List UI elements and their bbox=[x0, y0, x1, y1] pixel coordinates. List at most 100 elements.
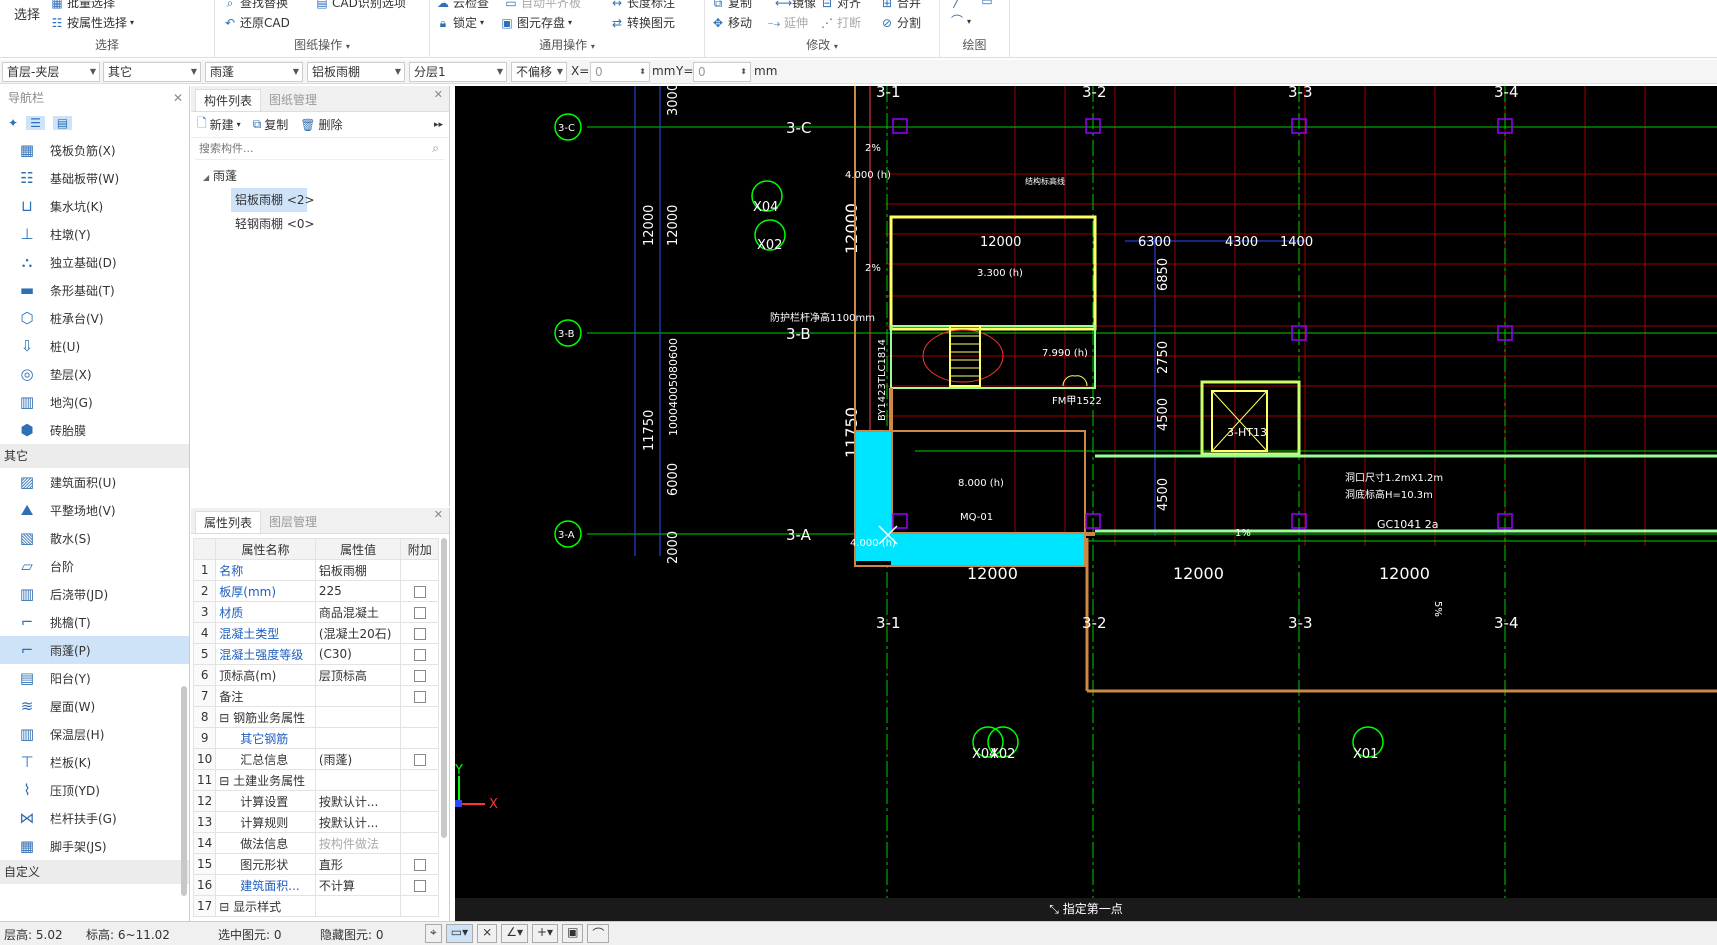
close-icon[interactable]: ✕ bbox=[173, 86, 183, 110]
nav-section-custom[interactable]: 自定义 bbox=[0, 860, 189, 884]
cross-select-icon[interactable]: ⨯ bbox=[477, 924, 498, 943]
new-button[interactable]: 🗋︎ 新建 ▾ bbox=[197, 114, 241, 135]
sidebar-item[interactable]: ⌐ 挑檐(T) bbox=[0, 608, 189, 636]
align-button[interactable]: ⊟ 对齐 bbox=[820, 0, 861, 11]
sidebar-item[interactable]: ▥ 保温层(H) bbox=[0, 720, 189, 748]
cad-drawing[interactable]: 3000 12000 12000 11750 10004005080600 60… bbox=[455, 86, 1717, 921]
auto-floor-button[interactable]: ▭ 自动平齐板 bbox=[504, 0, 581, 11]
spinner-icon[interactable]: ⬍ bbox=[639, 63, 646, 81]
arc-icon[interactable]: ⌒ bbox=[587, 924, 610, 943]
break-button[interactable]: ⋰ 打断 bbox=[820, 14, 861, 31]
select-button[interactable]: 选择 bbox=[14, 4, 40, 23]
property-value[interactable]: 铝板雨棚 bbox=[314, 559, 402, 581]
sidebar-item[interactable]: ⛰ 平整场地(V) bbox=[0, 496, 189, 524]
property-value[interactable]: 按默认计... bbox=[314, 811, 402, 833]
sidebar-item[interactable]: ⊤ 栏板(K) bbox=[0, 748, 189, 776]
property-value[interactable] bbox=[314, 895, 402, 917]
property-row[interactable]: 17 ⊟ 显示样式 bbox=[192, 895, 439, 917]
layer-select[interactable]: 分层1 ▼ bbox=[409, 62, 507, 82]
checkbox[interactable] bbox=[413, 753, 426, 766]
property-value[interactable]: (雨蓬) bbox=[314, 748, 402, 770]
find-replace-button[interactable]: ⌕ 查找替换 bbox=[223, 0, 288, 11]
snap-icon[interactable]: ⌖ bbox=[425, 924, 442, 943]
sidebar-item[interactable]: ▱ 台阶 bbox=[0, 552, 189, 580]
sidebar-item[interactable]: ⬡ 桩承台(V) bbox=[0, 304, 189, 332]
property-row[interactable]: 6 顶标高(m) 层顶标高 bbox=[192, 664, 439, 686]
property-value[interactable] bbox=[314, 706, 402, 728]
sidebar-item[interactable]: ⌐ 雨蓬(P) bbox=[0, 636, 189, 664]
sidebar-item[interactable]: ▥ 地沟(G) bbox=[0, 388, 189, 416]
list-view-icon[interactable]: ☰ bbox=[26, 116, 45, 130]
split-button[interactable]: ⊘ 分割 bbox=[880, 14, 921, 31]
draw-rect-button[interactable]: ▭ bbox=[980, 0, 994, 8]
property-value[interactable]: 直形 bbox=[314, 853, 402, 875]
prop-scrollbar[interactable] bbox=[441, 538, 447, 838]
element-save-button[interactable]: ▣ 图元存盘 ▾ bbox=[500, 14, 572, 31]
property-row[interactable]: 1 名称 铝板雨棚 bbox=[192, 559, 439, 581]
delete-button[interactable]: 🗑︎ 删除 bbox=[300, 116, 342, 133]
property-row[interactable]: 4 混凝土类型 (混凝土20石) bbox=[192, 622, 439, 644]
drawing-group-title[interactable]: 图纸操作 ▾ bbox=[215, 36, 429, 53]
plus-icon[interactable]: +▾ bbox=[531, 924, 559, 943]
lock-button[interactable]: 🔒︎ 锁定 ▾ bbox=[436, 14, 484, 31]
extend-button[interactable]: ⤍ 延伸 bbox=[767, 14, 808, 31]
nav-scrollbar[interactable] bbox=[181, 686, 187, 896]
merge-button[interactable]: ⊞ 合并 bbox=[880, 0, 921, 11]
batch-select-button[interactable]: ▦ 批量选择 bbox=[50, 0, 115, 11]
modify-group-title[interactable]: 修改 ▾ bbox=[705, 36, 939, 53]
y-input[interactable]: 0 ⬍ bbox=[693, 62, 751, 82]
property-row[interactable]: 15 图元形状 直形 bbox=[192, 853, 439, 875]
copy-tool-button[interactable]: ⧉ 复制 bbox=[711, 0, 752, 11]
checkbox[interactable] bbox=[413, 606, 426, 619]
tab-component-list[interactable]: 构件列表 bbox=[195, 89, 262, 111]
angle-icon[interactable]: ∠▾ bbox=[501, 924, 528, 943]
sidebar-item[interactable]: ⊔ 集水坑(K) bbox=[0, 192, 189, 220]
sidebar-item[interactable]: ⋈ 栏杆扶手(G) bbox=[0, 804, 189, 832]
drawing-canvas[interactable]: 3000 12000 12000 11750 10004005080600 60… bbox=[455, 86, 1717, 921]
floor-select[interactable]: 首层-夹层 ▼ bbox=[2, 62, 100, 82]
collapse-icon[interactable]: ◢ bbox=[203, 173, 209, 182]
offset-select[interactable]: 不偏移 ▼ bbox=[511, 62, 567, 82]
sidebar-item[interactable]: ≋ 屋面(W) bbox=[0, 692, 189, 720]
type-select[interactable]: 雨蓬 ▼ bbox=[205, 62, 303, 82]
property-value[interactable]: 按构件做法 bbox=[314, 832, 402, 854]
search-icon[interactable]: ⌕ bbox=[432, 141, 439, 156]
collapse-icon[interactable]: ⊟ bbox=[219, 711, 233, 725]
close-icon[interactable]: ✕ bbox=[434, 508, 443, 521]
property-row[interactable]: 9 其它钢筋 bbox=[192, 727, 439, 749]
subtype-select[interactable]: 铝板雨棚 ▼ bbox=[307, 62, 405, 82]
convert-element-button[interactable]: ⇄ 转换图元 bbox=[610, 14, 675, 31]
tab-property-list[interactable]: 属性列表 bbox=[195, 511, 262, 533]
checkbox[interactable] bbox=[413, 585, 426, 598]
checkbox[interactable] bbox=[413, 690, 426, 703]
property-row[interactable]: 11 ⊟ 土建业务属性 bbox=[192, 769, 439, 791]
property-row[interactable]: 5 混凝土强度等级 (C30) bbox=[192, 643, 439, 665]
tree-item-aluminum-canopy[interactable]: 铝板雨棚 <2> bbox=[231, 188, 315, 212]
sidebar-item[interactable]: ▧ 散水(S) bbox=[0, 524, 189, 552]
tree-item-steel-canopy[interactable]: 轻钢雨棚 <0> bbox=[191, 212, 449, 236]
checkbox[interactable] bbox=[413, 648, 426, 661]
cloud-check-button[interactable]: ☁ 云检查 bbox=[436, 0, 489, 11]
sidebar-item[interactable]: ▤ 阳台(Y) bbox=[0, 664, 189, 692]
sidebar-item[interactable]: ⇩ 桩(U) bbox=[0, 332, 189, 360]
property-row[interactable]: 12 计算设置 按默认计... bbox=[192, 790, 439, 812]
more-icon[interactable]: ▸▸ bbox=[434, 120, 443, 130]
sidebar-item[interactable]: ☷ 基础板带(W) bbox=[0, 164, 189, 192]
property-row[interactable]: 8 ⊟ 钢筋业务属性 bbox=[192, 706, 439, 728]
property-value[interactable]: 按默认计... bbox=[314, 790, 402, 812]
sidebar-item[interactable]: ⌇ 压顶(YD) bbox=[0, 776, 189, 804]
mirror-button[interactable]: ⟷ 镜像 bbox=[775, 0, 816, 11]
property-value[interactable]: (混凝土20石) bbox=[314, 622, 402, 644]
property-value[interactable]: 225 bbox=[314, 580, 402, 602]
collapse-icon[interactable]: ⊟ bbox=[219, 774, 233, 788]
property-row[interactable]: 7 备注 bbox=[192, 685, 439, 707]
restore-cad-button[interactable]: ↶ 还原CAD bbox=[223, 14, 290, 31]
category-select[interactable]: 其它 ▼ bbox=[103, 62, 201, 82]
layer-icon[interactable]: ▣ bbox=[562, 924, 584, 943]
attr-select-button[interactable]: ☷ 按属性选择 ▾ bbox=[50, 14, 134, 31]
pin-icon[interactable]: ✦ bbox=[8, 116, 18, 130]
property-value[interactable] bbox=[314, 769, 402, 791]
move-button[interactable]: ✥ 移动 bbox=[711, 14, 752, 31]
sidebar-item[interactable]: ◎ 垫层(X) bbox=[0, 360, 189, 388]
sidebar-item[interactable]: ▥ 后浇带(JD) bbox=[0, 580, 189, 608]
